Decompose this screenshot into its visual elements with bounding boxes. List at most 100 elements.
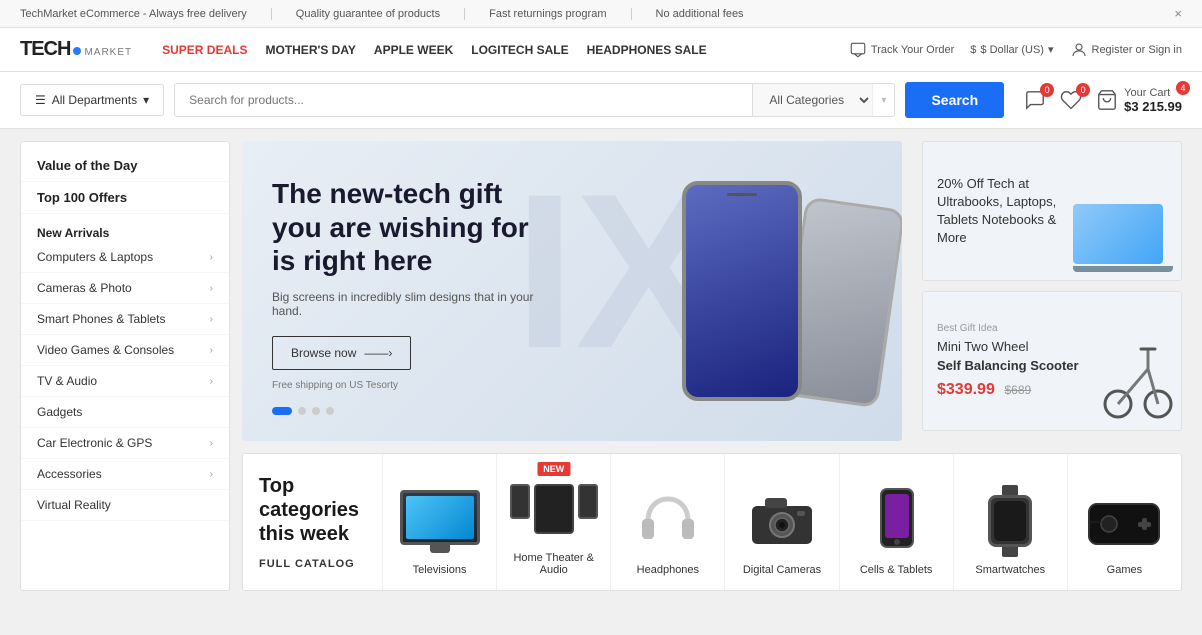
hero-dot-1[interactable] [272, 407, 292, 415]
category-smartwatches[interactable]: Smartwatches [954, 454, 1068, 590]
search-input[interactable] [175, 84, 752, 116]
sidebar-item-accessories[interactable]: Accessories › [21, 459, 229, 490]
hero-dot-2[interactable] [298, 407, 306, 415]
phone-front [682, 181, 802, 401]
arrow-icon: ——› [364, 346, 392, 360]
currency-selector[interactable]: $ $ Dollar (US) ▾ [970, 43, 1053, 56]
hero-text: The new-tech gift you are wishing for is… [272, 177, 552, 415]
sidebar: Value of the Day Top 100 Offers New Arri… [20, 141, 230, 591]
nav-logitech-sale[interactable]: LOGITECH SALE [471, 43, 568, 57]
sidebar-label-gadgets: Gadgets [37, 405, 82, 419]
sidebar-label-value-of-day: Value of the Day [37, 158, 137, 173]
close-icon[interactable]: × [1174, 6, 1182, 21]
search-button[interactable]: Search [905, 82, 1004, 118]
nav-super-deals[interactable]: SUPER DEALS [162, 43, 247, 57]
wishlist-icon-wrapper[interactable]: 0 [1060, 89, 1082, 111]
new-badge: new [537, 462, 570, 476]
search-row: ☰ All Departments ▾ All Categories ▾ Sea… [0, 72, 1202, 129]
category-name-headphones: Headphones [637, 564, 699, 576]
chevron-down-icon: ▾ [143, 93, 149, 107]
side-banner-scooter[interactable]: Best Gift Idea Mini Two Wheel Self Balan… [922, 291, 1182, 431]
all-departments-label: All Departments [52, 93, 137, 107]
cart-icon-wrapper[interactable]: 4 Your Cart $3 215.99 [1096, 87, 1182, 114]
hero-dot-3[interactable] [312, 407, 320, 415]
sidebar-label-computers: Computers & Laptops [37, 250, 153, 264]
scooter-image [1103, 339, 1173, 422]
laptop-image [1073, 204, 1173, 272]
cart-amount: $3 215.99 [1124, 99, 1182, 114]
currency-icon: $ [970, 44, 976, 56]
currency-label: $ Dollar (US) [980, 44, 1044, 56]
hero-banner: The new-tech gift you are wishing for is… [242, 141, 902, 441]
search-bar: All Categories ▾ [174, 83, 895, 117]
sidebar-item-smartphones[interactable]: Smart Phones & Tablets › [21, 304, 229, 335]
categories-heading: Top categories this week [259, 474, 366, 546]
sidebar-label-new-arrivals: New Arrivals [37, 226, 109, 240]
chevron-right-icon: › [210, 283, 213, 294]
side-banner-scooter-old-price: $689 [1004, 383, 1031, 397]
sidebar-item-value-of-day[interactable]: Value of the Day [21, 150, 229, 182]
sidebar-label-cameras: Cameras & Photo [37, 281, 132, 295]
sidebar-label-vr: Virtual Reality [37, 498, 111, 512]
main-layout: Value of the Day Top 100 Offers New Arri… [0, 129, 1202, 603]
smartwatch-icon [965, 486, 1055, 556]
tv-icon [395, 486, 485, 556]
categories-grid: Televisions new Home Th [383, 454, 1181, 590]
sidebar-item-videogames[interactable]: Video Games & Consoles › [21, 335, 229, 366]
top-bar-msg-1: TechMarket eCommerce - Always free deliv… [20, 8, 272, 20]
nav-headphones-sale[interactable]: HEADPHONES SALE [587, 43, 707, 57]
side-banner-scooter-small: Best Gift Idea [937, 323, 1167, 334]
logo-market: MARKET [84, 47, 132, 58]
chevron-right-icon: › [210, 252, 213, 263]
sidebar-label-videogames: Video Games & Consoles [37, 343, 174, 357]
category-select[interactable]: All Categories [752, 84, 872, 116]
sidebar-item-carelectronic[interactable]: Car Electronic & GPS › [21, 428, 229, 459]
header: TECHMARKET SUPER DEALS MOTHER'S DAY APPL… [0, 28, 1202, 72]
browse-now-button[interactable]: Browse now ——› [272, 336, 411, 370]
all-departments-button[interactable]: ☰ All Departments ▾ [20, 84, 164, 116]
your-cart-label: Your Cart [1124, 87, 1170, 99]
chevron-right-icon: › [210, 438, 213, 449]
chevron-down-icon: ▾ [1048, 43, 1054, 56]
category-headphones[interactable]: Headphones [611, 454, 725, 590]
category-games[interactable]: Games [1068, 454, 1181, 590]
nav-mothers-day[interactable]: MOTHER'S DAY [265, 43, 355, 57]
categories-left: Top categories this week FULL CATALOG [243, 454, 383, 590]
category-cells-tablets[interactable]: Cells & Tablets [840, 454, 954, 590]
content: The new-tech gift you are wishing for is… [242, 141, 1182, 591]
top-bar-msg-4: No additional fees [656, 8, 744, 20]
top-bar-msg-3: Fast returnings program [489, 8, 631, 20]
sidebar-item-top100[interactable]: Top 100 Offers [21, 182, 229, 214]
category-televisions[interactable]: Televisions [383, 454, 497, 590]
register-link[interactable]: Register or Sign in [1070, 41, 1183, 59]
track-order[interactable]: Track Your Order [849, 41, 954, 59]
category-name-games: Games [1107, 564, 1142, 576]
category-cameras[interactable]: Digital Cameras [725, 454, 839, 590]
sidebar-item-computers[interactable]: Computers & Laptops › [21, 242, 229, 273]
sidebar-item-tv[interactable]: TV & Audio › [21, 366, 229, 397]
category-name-televisions: Televisions [413, 564, 467, 576]
hero-subtext: Big screens in incredibly slim designs t… [272, 290, 552, 318]
sidebar-item-cameras[interactable]: Cameras & Photo › [21, 273, 229, 304]
track-icon [849, 41, 867, 59]
sidebar-item-new-arrivals: New Arrivals [21, 214, 229, 242]
sidebar-label-accessories: Accessories [37, 467, 102, 481]
hero-dot-4[interactable] [326, 407, 334, 415]
sidebar-item-gadgets[interactable]: Gadgets [21, 397, 229, 428]
side-banner-tech-title: 20% Off Tech at Ultrabooks, Laptops, Tab… [937, 175, 1077, 248]
nav-apple-week[interactable]: APPLE WEEK [374, 43, 453, 57]
comments-icon-wrapper[interactable]: 0 [1024, 89, 1046, 111]
chevron-right-icon: › [210, 314, 213, 325]
full-catalog-link[interactable]: FULL CATALOG [259, 558, 366, 570]
top-bar-msg-2: Quality guarantee of products [296, 8, 465, 20]
sidebar-item-vr[interactable]: Virtual Reality [21, 490, 229, 521]
side-banner-tech[interactable]: 20% Off Tech at Ultrabooks, Laptops, Tab… [922, 141, 1182, 281]
category-name-home-theater: Home Theater & Audio [505, 552, 602, 576]
camera-icon [737, 486, 827, 556]
wishlist-count: 0 [1076, 83, 1090, 97]
category-home-theater[interactable]: new Home Theater & Audio [497, 454, 611, 590]
main-nav: SUPER DEALS MOTHER'S DAY APPLE WEEK LOGI… [162, 43, 829, 57]
cart-count: 4 [1176, 81, 1190, 95]
category-name-smartwatches: Smartwatches [975, 564, 1045, 576]
category-name-cameras: Digital Cameras [743, 564, 821, 576]
